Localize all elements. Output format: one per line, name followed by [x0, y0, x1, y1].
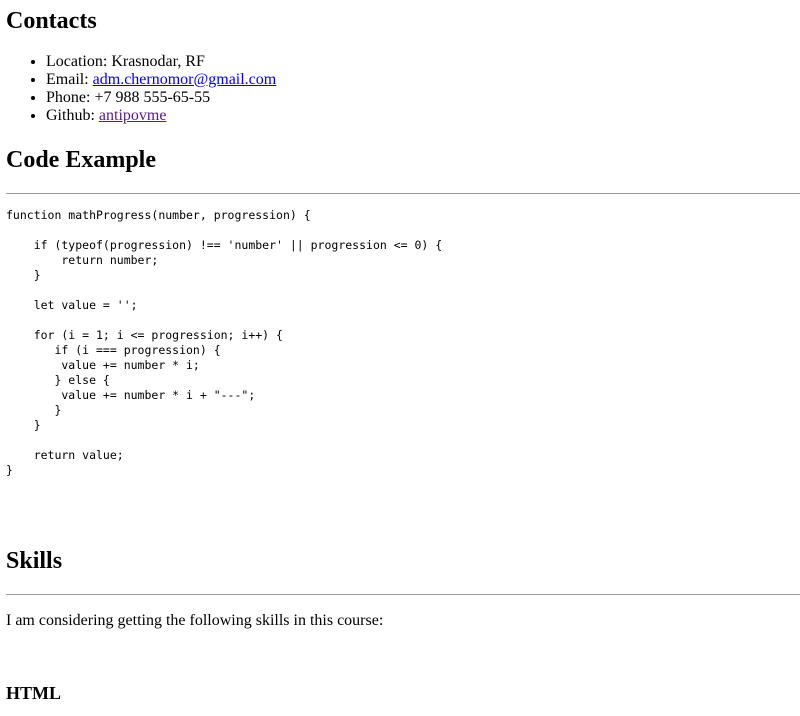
html-skill-heading: HTML: [6, 683, 62, 703]
code-example-heading: Code Example: [6, 147, 156, 173]
contact-email-label: Email:: [46, 71, 93, 88]
contact-phone-value: +7 988 555-65-55: [94, 89, 211, 106]
code-example-divider: [6, 193, 800, 194]
code-block: function mathProgress(number, progressio…: [6, 208, 443, 477]
contact-github-label: Github:: [46, 107, 99, 124]
contact-location: Location: Krasnodar, RF: [46, 53, 276, 71]
contact-email: Email: adm.chernomor@gmail.com: [46, 71, 276, 89]
contacts-list: Location: Krasnodar, RF Email: adm.chern…: [46, 53, 276, 125]
contact-location-label: Location:: [46, 53, 112, 70]
contact-phone: Phone: +7 988 555-65-55: [46, 89, 276, 107]
contact-location-value: Krasnodar, RF: [111, 53, 205, 70]
contacts-heading: Contacts: [6, 8, 97, 34]
skills-heading: Skills: [6, 548, 63, 574]
contact-github: Github: antipovme: [46, 107, 276, 125]
skills-intro: I am considering getting the following s…: [6, 612, 384, 629]
skills-divider: [6, 594, 800, 595]
email-link[interactable]: adm.chernomor@gmail.com: [93, 71, 277, 88]
page: Contacts Location: Krasnodar, RF Email: …: [0, 0, 800, 716]
github-link[interactable]: antipovme: [99, 107, 167, 124]
contact-phone-label: Phone:: [46, 89, 95, 106]
